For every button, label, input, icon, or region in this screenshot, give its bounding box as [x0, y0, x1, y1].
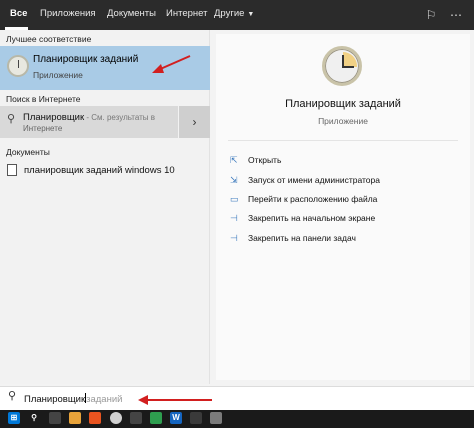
action-run-as-admin[interactable]: ⇲ Запуск от имени администратора [230, 175, 380, 186]
action-run-as-admin-label: Запуск от имени администратора [248, 175, 380, 185]
best-match-title: Планировщик заданий [33, 54, 139, 65]
feedback-icon[interactable]: ⚐ [423, 7, 439, 23]
annotation-arrow-best-match [152, 55, 191, 73]
action-open-file-location-label: Перейти к расположению файла [248, 194, 378, 204]
tab-all-label: Все [10, 8, 28, 19]
tab-more[interactable]: Другие ▼ [214, 0, 254, 30]
pin-icon: ⊣ [230, 213, 238, 223]
detail-subtitle: Приложение [318, 116, 368, 126]
section-best-match: Лучшее соответствие [6, 34, 92, 44]
section-documents: Документы [6, 147, 50, 157]
document-icon [7, 164, 17, 176]
action-open[interactable]: ⇱ Открыть [230, 155, 281, 166]
web-search-hint: - См. результаты в [84, 113, 156, 122]
tab-all[interactable]: Все [10, 0, 27, 30]
web-search-text: Планировщик - См. результаты в [23, 112, 155, 123]
open-icon: ⇱ [230, 155, 238, 165]
arrow-shaft [157, 55, 191, 71]
more-options-icon[interactable]: ⋯ [448, 7, 464, 23]
tab-internet-label: Интернет [166, 8, 208, 19]
task-view-icon[interactable] [49, 412, 61, 424]
search-icon: ⚲ [7, 113, 16, 125]
action-pin-to-taskbar[interactable]: ⊣ Закрепить на панели задач [230, 233, 356, 244]
tab-more-label: Другие [214, 8, 245, 19]
app-green-icon[interactable] [150, 412, 162, 424]
detail-title: Планировщик заданий [285, 98, 401, 110]
task-scheduler-large-icon [322, 46, 362, 86]
tab-apps[interactable]: Приложения [40, 0, 96, 30]
app-icon[interactable] [130, 412, 142, 424]
web-result-expand-button[interactable]: › [179, 106, 210, 138]
annotation-arrow-search [138, 395, 212, 405]
action-pin-to-start-label: Закрепить на начальном экране [248, 213, 376, 223]
tab-documents[interactable]: Документы [107, 0, 156, 30]
browser-icon[interactable] [89, 412, 101, 424]
search-input[interactable]: Планировщикзаданий [24, 393, 122, 405]
best-match-subtitle: Приложение [33, 70, 83, 80]
action-open-file-location[interactable]: ▭ Перейти к расположению файла [230, 194, 377, 205]
detail-divider [228, 140, 458, 141]
web-search-query: Планировщик [23, 112, 85, 123]
task-scheduler-icon [7, 55, 29, 77]
file-location-icon: ▭ [230, 194, 239, 204]
chevron-right-icon: › [192, 115, 197, 129]
app-grey-icon[interactable] [210, 412, 222, 424]
app-dark-icon[interactable] [190, 412, 202, 424]
start-icon[interactable]: ⊞ [8, 412, 20, 424]
clock-minute-hand [342, 66, 354, 68]
action-open-label: Открыть [248, 155, 282, 165]
tab-apps-label: Приложения [40, 8, 96, 19]
action-pin-to-taskbar-label: Закрепить на панели задач [248, 233, 356, 243]
chevron-down-icon: ▼ [247, 11, 255, 18]
search-suggestion-text: заданий [86, 394, 123, 405]
file-explorer-icon[interactable] [69, 412, 81, 424]
pin-taskbar-icon: ⊣ [230, 233, 238, 243]
run-as-admin-icon: ⇲ [230, 175, 238, 185]
word-icon[interactable]: W [170, 412, 182, 424]
search-box-icon: ⚲ [8, 390, 17, 402]
chrome-icon[interactable] [110, 412, 122, 424]
tab-internet[interactable]: Интернет [166, 0, 207, 30]
clock-highlight [343, 52, 357, 67]
document-result-label: планировщик заданий windows 10 [24, 165, 175, 176]
search-taskbar-icon[interactable]: ⚲ [28, 412, 40, 424]
web-search-hint-line2: Интернете [23, 124, 63, 133]
action-pin-to-start[interactable]: ⊣ Закрепить на начальном экране [230, 213, 375, 224]
search-typed-text: Планировщик [24, 394, 86, 405]
arrow-head [138, 395, 148, 405]
section-web-search: Поиск в Интернете [6, 94, 81, 104]
arrow-head [152, 64, 164, 73]
tab-documents-label: Документы [107, 8, 156, 19]
